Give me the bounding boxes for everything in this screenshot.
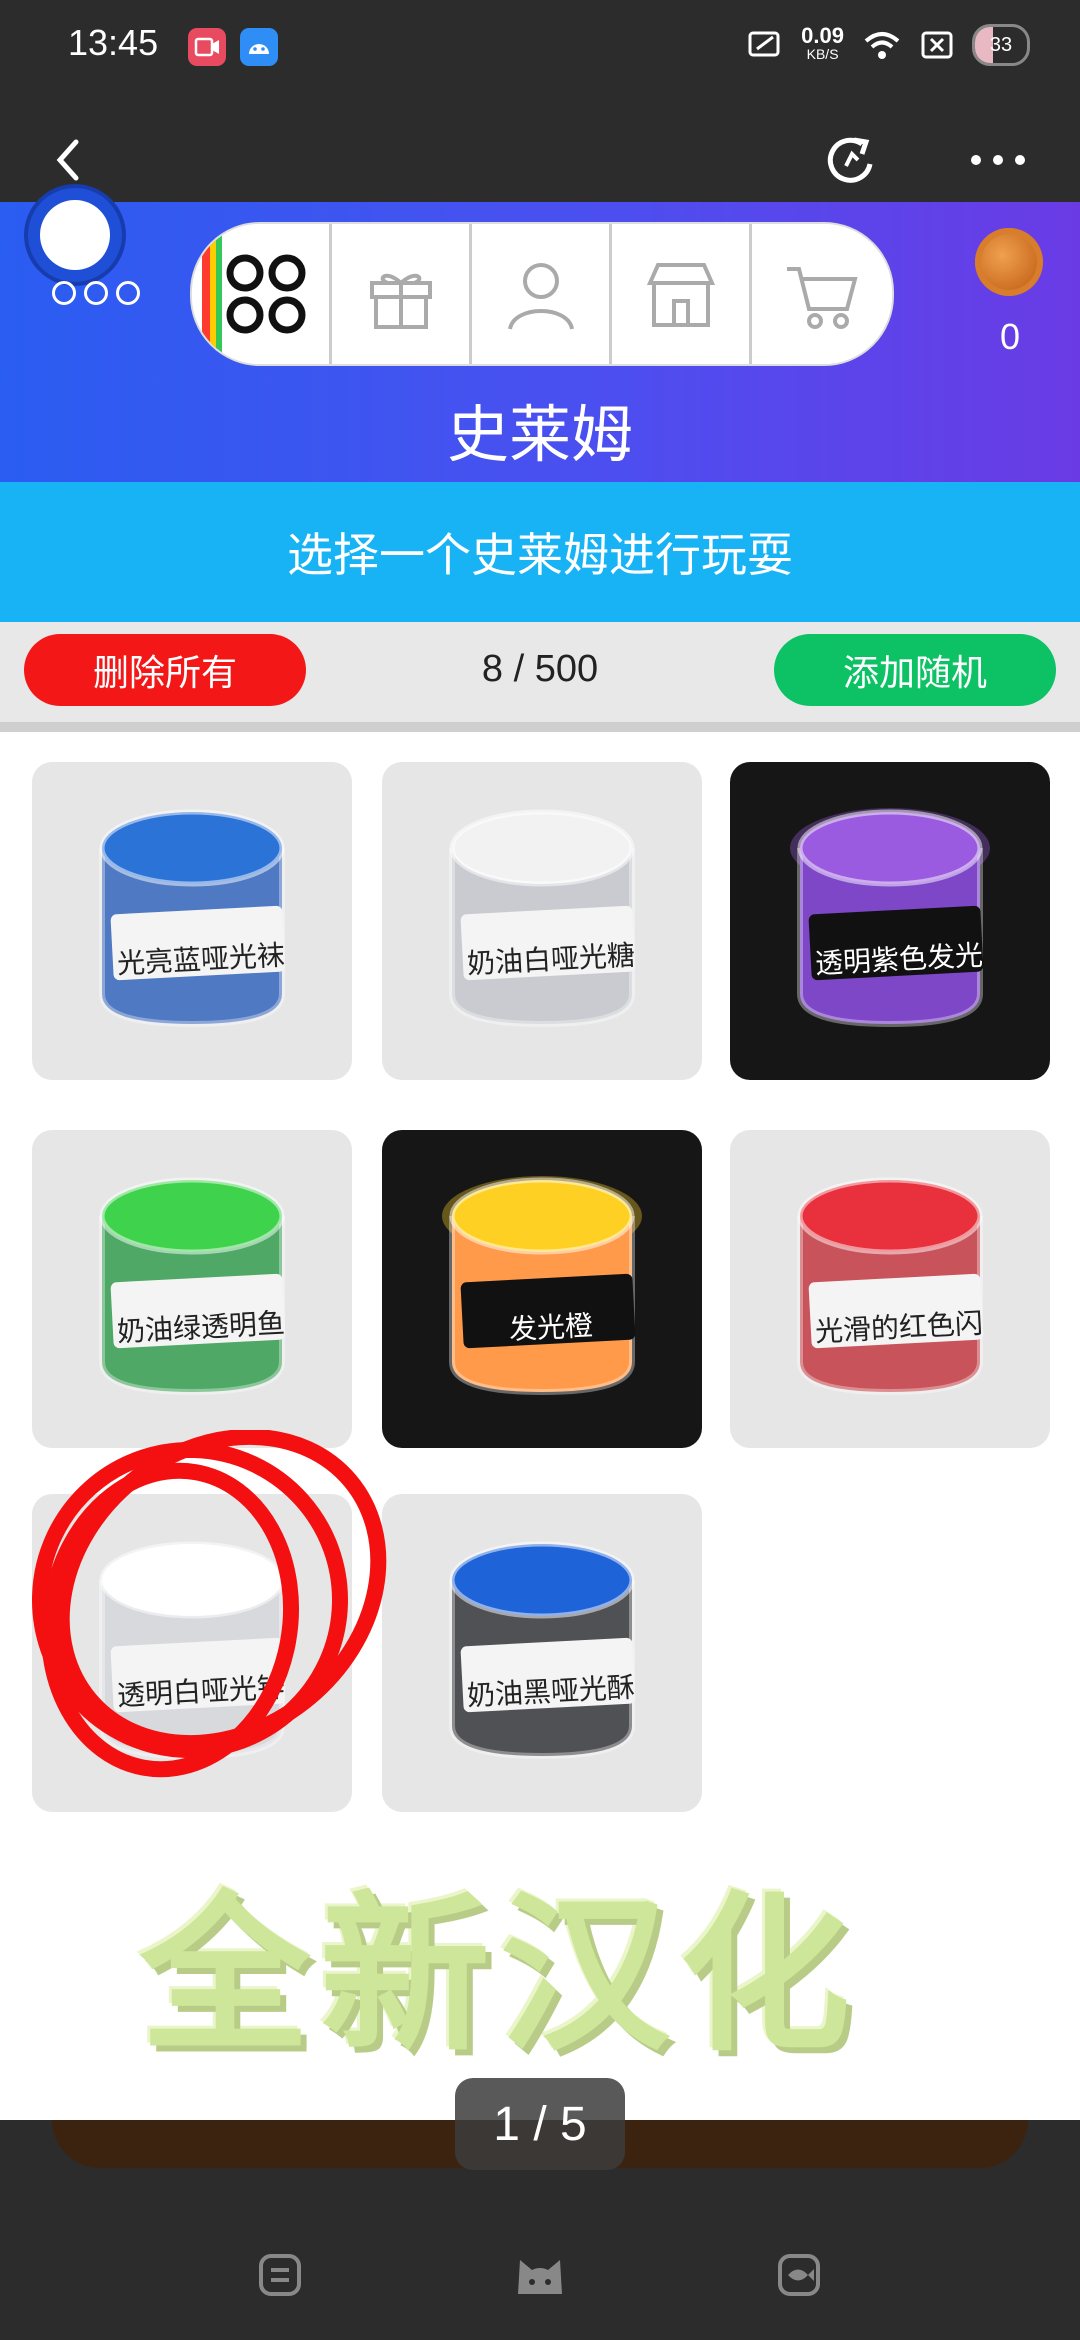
screen-record-icon	[188, 28, 226, 66]
net-speed-unit: KB/S	[806, 46, 839, 62]
tab-all[interactable]	[192, 224, 332, 364]
gift-icon	[369, 273, 432, 329]
status-time: 13:45	[68, 22, 159, 63]
promo-banner-text: 全新汉化	[140, 1881, 861, 2071]
wifi-icon	[864, 32, 900, 59]
sim-blocked-icon	[921, 31, 953, 59]
fish-icon[interactable]	[774, 2250, 824, 2300]
slime-card[interactable]: 光亮蓝哑光袜	[32, 762, 352, 1080]
slime-jar-icon	[449, 1541, 636, 1760]
slime-jar-icon	[797, 1177, 984, 1396]
more-icon[interactable]	[966, 130, 1030, 190]
slime-card[interactable]: 奶油绿透明鱼	[32, 1130, 352, 1448]
slime-jar-icon	[790, 808, 990, 1028]
battery-indicator: 33	[972, 24, 1030, 66]
slime-card[interactable]: 奶油黑哑光酥	[382, 1494, 702, 1812]
cat-face-icon[interactable]	[512, 2250, 568, 2300]
tab-gift[interactable]	[332, 224, 472, 364]
add-random-button[interactable]: 添加随机	[774, 634, 1056, 706]
slime-card[interactable]: 奶油白哑光糖	[382, 762, 702, 1080]
tab-store[interactable]	[612, 224, 752, 364]
dots-indicator[interactable]	[52, 281, 140, 305]
list-icon[interactable]	[255, 2250, 305, 2300]
coin-icon	[975, 228, 1043, 296]
category-tab-bar	[190, 222, 894, 366]
cart-icon	[787, 267, 858, 329]
subtitle-bar: 选择一个史莱姆进行玩耍	[0, 482, 1080, 622]
action-bar: 删除所有 8 / 500 添加随机	[0, 622, 1080, 732]
slime-jar-icon	[449, 809, 636, 1028]
no-sim-icon	[748, 31, 780, 57]
status-icons: 0.09 KB/S 33	[747, 24, 1030, 66]
coin-count: 0	[999, 316, 1021, 357]
slime-card[interactable]: 光滑的红色闪	[730, 1130, 1050, 1448]
slime-card[interactable]: 发光橙	[382, 1130, 702, 1448]
user-icon	[507, 263, 574, 330]
status-bar: 13:45 0.09 KB/S 33	[0, 0, 1080, 100]
bottom-nav	[0, 2180, 1080, 2340]
top-toolbar	[0, 100, 1080, 202]
net-speed: 0.09 KB/S	[801, 25, 844, 63]
tab-cart[interactable]	[752, 224, 892, 364]
grid-circles-icon	[226, 254, 305, 334]
red-circle-annotation	[32, 1430, 387, 1778]
back-arrow-icon[interactable]	[40, 130, 100, 190]
slime-grid: 光亮蓝哑光袜 奶油白哑光糖 透明紫色发光 奶油绿透明鱼 发光橙 光滑的红色闪 透明白哑光锌奶…	[0, 732, 1080, 2120]
toggle-knob[interactable]	[40, 200, 110, 270]
page-indicator: 1 / 5	[455, 2078, 625, 2170]
slime-jar-icon	[442, 1176, 642, 1396]
slime-jar-icon	[99, 809, 286, 1028]
page-title: 史莱姆	[446, 401, 633, 470]
share-icon[interactable]	[822, 130, 882, 190]
android-app-icon	[240, 28, 278, 66]
store-icon	[646, 263, 715, 327]
slime-card[interactable]: 透明紫色发光	[730, 762, 1050, 1080]
tab-profile[interactable]	[472, 224, 612, 364]
slime-jar-icon	[99, 1177, 286, 1396]
